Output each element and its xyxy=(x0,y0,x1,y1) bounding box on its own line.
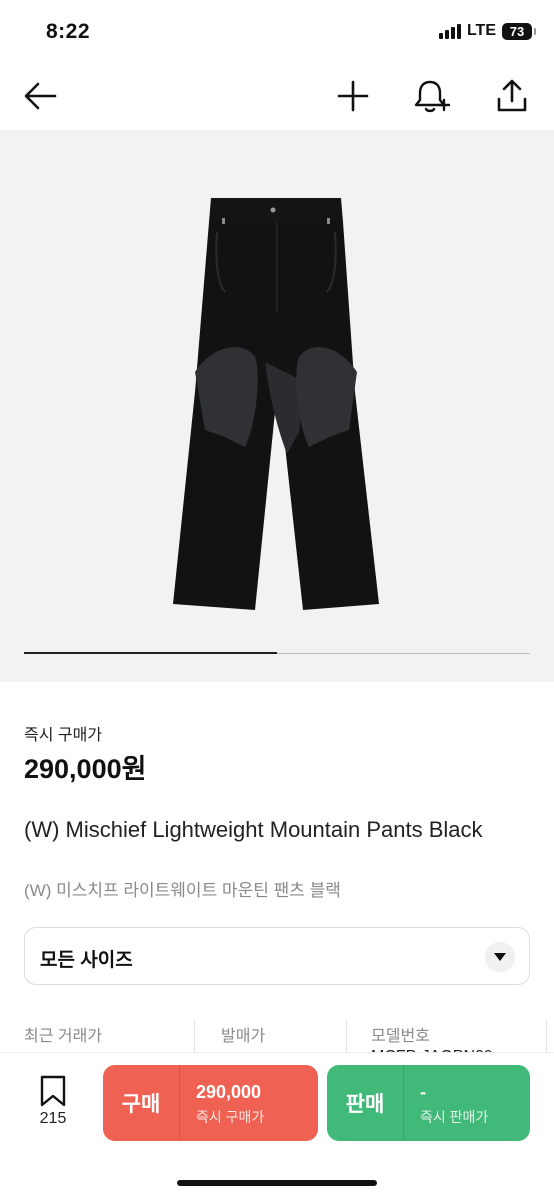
info-model-number: 모델번호 MCFP-JAQPN09 xyxy=(371,1022,493,1058)
bottom-action-bar: 215 구매 290,000 즉시 구매가 판매 - 즉시 판매가 xyxy=(0,1052,554,1200)
battery-level: 73 xyxy=(509,23,525,39)
home-indicator xyxy=(177,1180,377,1186)
bookmark-icon xyxy=(40,1075,66,1107)
info-label: 발매가 xyxy=(221,1028,266,1045)
network-label: LTE xyxy=(466,22,496,39)
status-bar: 8:22 LTE 73 xyxy=(0,0,554,64)
info-label: 모델번호 xyxy=(371,1028,430,1045)
instant-buy-price-label: 즉시 구매가 xyxy=(24,727,103,744)
price-value: 290,000원 xyxy=(24,754,147,784)
divider xyxy=(179,1065,180,1141)
sell-label: 판매 xyxy=(345,1093,385,1116)
product-image-carousel[interactable] xyxy=(0,130,554,682)
signal-icon xyxy=(438,23,461,39)
info-release-price: 발매가 149,000원 xyxy=(221,1022,294,1058)
info-recent-price: 최근 거래가 170,000원 xyxy=(24,1022,103,1058)
product-title-ko: (W) 미스치프 라이트웨이트 마운틴 팬츠 블랙 xyxy=(24,881,341,900)
sell-price: - xyxy=(420,1082,426,1102)
sell-sub-label: 즉시 판매가 xyxy=(420,1109,489,1125)
back-button[interactable] xyxy=(20,76,60,116)
carousel-progress-fill xyxy=(24,652,277,654)
buy-button[interactable]: 구매 290,000 즉시 구매가 xyxy=(103,1065,318,1141)
divider xyxy=(403,1065,404,1141)
size-select[interactable]: 모든 사이즈 xyxy=(24,927,530,985)
bell-plus-icon xyxy=(414,80,451,113)
share-icon xyxy=(497,79,527,112)
bookmark-button[interactable]: 215 xyxy=(32,1075,76,1135)
alert-button[interactable] xyxy=(412,76,452,116)
share-button[interactable] xyxy=(492,76,532,116)
status-indicators: LTE 73 xyxy=(438,22,536,40)
bookmark-count: 215 xyxy=(39,1110,67,1127)
product-title-en: (W) Mischief Lightweight Mountain Pants … xyxy=(24,817,483,842)
sell-button[interactable]: 판매 - 즉시 판매가 xyxy=(327,1065,530,1141)
battery-icon: 73 xyxy=(502,22,536,40)
size-select-label: 모든 사이즈 xyxy=(40,950,133,971)
product-image xyxy=(173,198,379,610)
top-nav xyxy=(0,64,554,130)
buy-price: 290,000 xyxy=(196,1082,262,1102)
info-label: 최근 거래가 xyxy=(24,1028,103,1045)
status-time: 8:22 xyxy=(46,20,91,43)
buy-label: 구매 xyxy=(121,1093,161,1116)
chevron-down-icon xyxy=(485,942,515,972)
buy-sub-label: 즉시 구매가 xyxy=(196,1109,265,1125)
add-button[interactable] xyxy=(333,76,373,116)
plus-icon xyxy=(337,80,369,112)
arrow-left-icon xyxy=(24,82,57,110)
